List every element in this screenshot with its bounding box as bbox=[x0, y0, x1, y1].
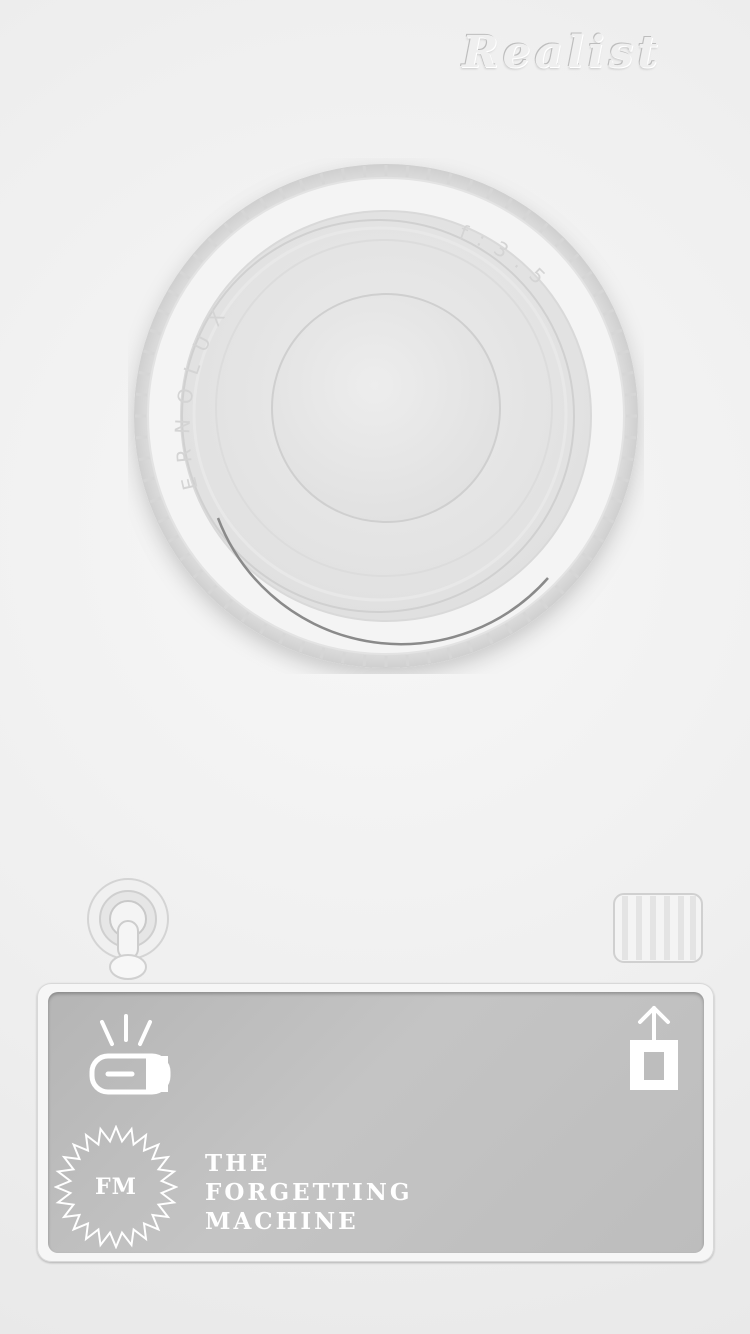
share-upload-icon[interactable] bbox=[624, 1002, 684, 1096]
fm-badge-label: FM bbox=[95, 1174, 137, 1200]
fm-badge-icon: FM bbox=[54, 1125, 178, 1249]
title-line-1: THE bbox=[205, 1150, 271, 1177]
camera-lens[interactable]: ERNOLUX f:3.5 bbox=[128, 158, 644, 674]
flash-icon[interactable] bbox=[86, 1014, 174, 1096]
title-line-3: MACHINE bbox=[205, 1208, 359, 1235]
power-toggle-switch[interactable] bbox=[84, 875, 172, 985]
app-title: THE FORGETTING MACHINE bbox=[205, 1149, 413, 1236]
shutter-dial[interactable] bbox=[612, 890, 704, 966]
title-line-2: FORGETTING bbox=[205, 1179, 413, 1206]
lens-graphic: ERNOLUX f:3.5 bbox=[134, 164, 638, 668]
brand-logo: Realist bbox=[462, 27, 662, 78]
